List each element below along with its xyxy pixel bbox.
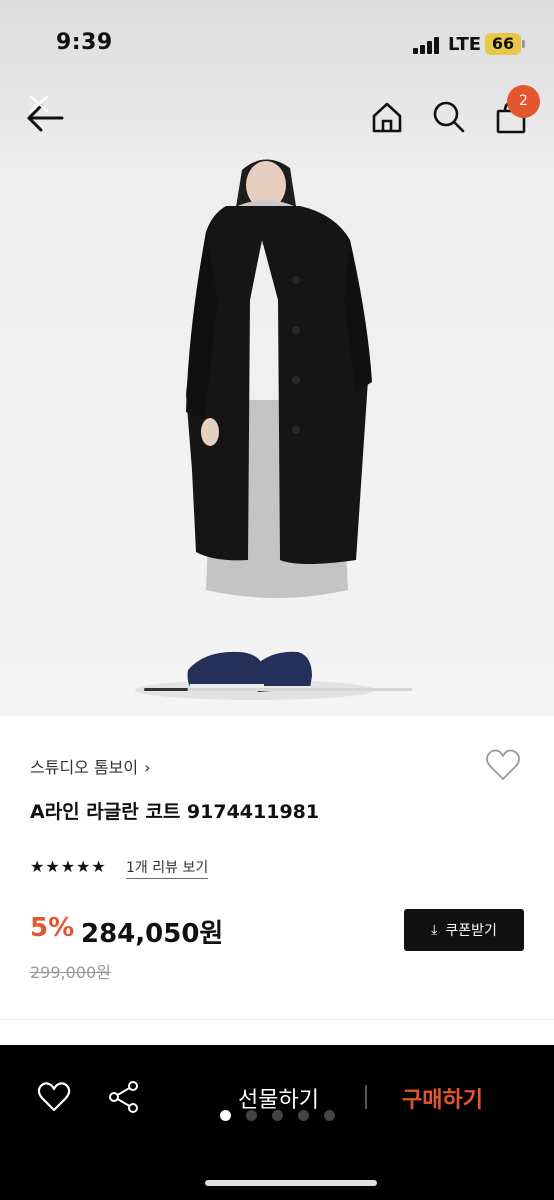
search-icon: [433, 101, 465, 133]
product-photo-model: [135, 159, 375, 700]
back-button[interactable]: [26, 94, 68, 136]
buy-button[interactable]: 구매하기: [402, 1082, 483, 1114]
download-icon: ⤓: [431, 922, 438, 938]
section-divider: [0, 1019, 554, 1020]
chevron-right-icon: ›: [144, 758, 151, 777]
sale-price: 284,050원: [81, 919, 224, 949]
cart-count-badge: 2: [507, 85, 540, 118]
network-type: LTE: [448, 34, 482, 55]
battery-tip: [522, 40, 525, 48]
product-title: A라인 라글란 코트 9174411981: [30, 801, 320, 823]
share-icon: [109, 1081, 138, 1113]
share-button[interactable]: [107, 1080, 141, 1114]
wishlist-button[interactable]: [485, 748, 521, 782]
bottom-bar-separator: [365, 1085, 367, 1109]
heart-icon: [485, 749, 521, 780]
search-button[interactable]: [432, 100, 466, 134]
bottom-action-bar: [0, 1045, 554, 1200]
original-price: 299,000원: [30, 963, 111, 982]
back-arrow-icon: [27, 95, 64, 132]
image-scroll-indicator: [144, 688, 188, 691]
heart-icon: [37, 1082, 71, 1112]
status-time: 9:39: [56, 30, 113, 55]
rating-stars: ★★★★★: [30, 857, 107, 876]
home-icon: [372, 102, 402, 133]
home-button[interactable]: [370, 100, 404, 134]
product-image[interactable]: [0, 0, 554, 716]
image-scroll-track: [188, 688, 412, 691]
brand-name: 스튜디오 톰보이: [30, 758, 139, 777]
signal-icon: [413, 36, 443, 54]
coupon-button[interactable]: ⤓ 쿠폰받기: [404, 909, 524, 951]
home-indicator: [205, 1180, 377, 1186]
brand-link[interactable]: 스튜디오 톰보이 ›: [30, 754, 151, 778]
coupon-label: 쿠폰받기: [445, 923, 497, 939]
discount-rate: 5%: [30, 913, 75, 943]
review-link[interactable]: 1개 리뷰 보기: [126, 857, 209, 879]
bottom-wishlist-button[interactable]: [37, 1081, 71, 1113]
battery-icon: 66: [485, 33, 521, 55]
